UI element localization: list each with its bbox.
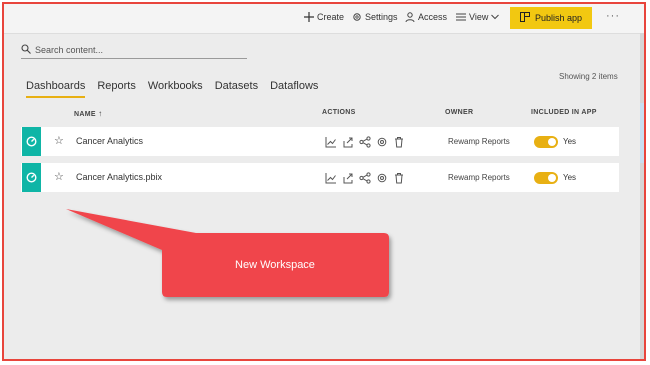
callout-label: New Workspace — [235, 259, 315, 271]
callout-shape — [66, 209, 389, 297]
